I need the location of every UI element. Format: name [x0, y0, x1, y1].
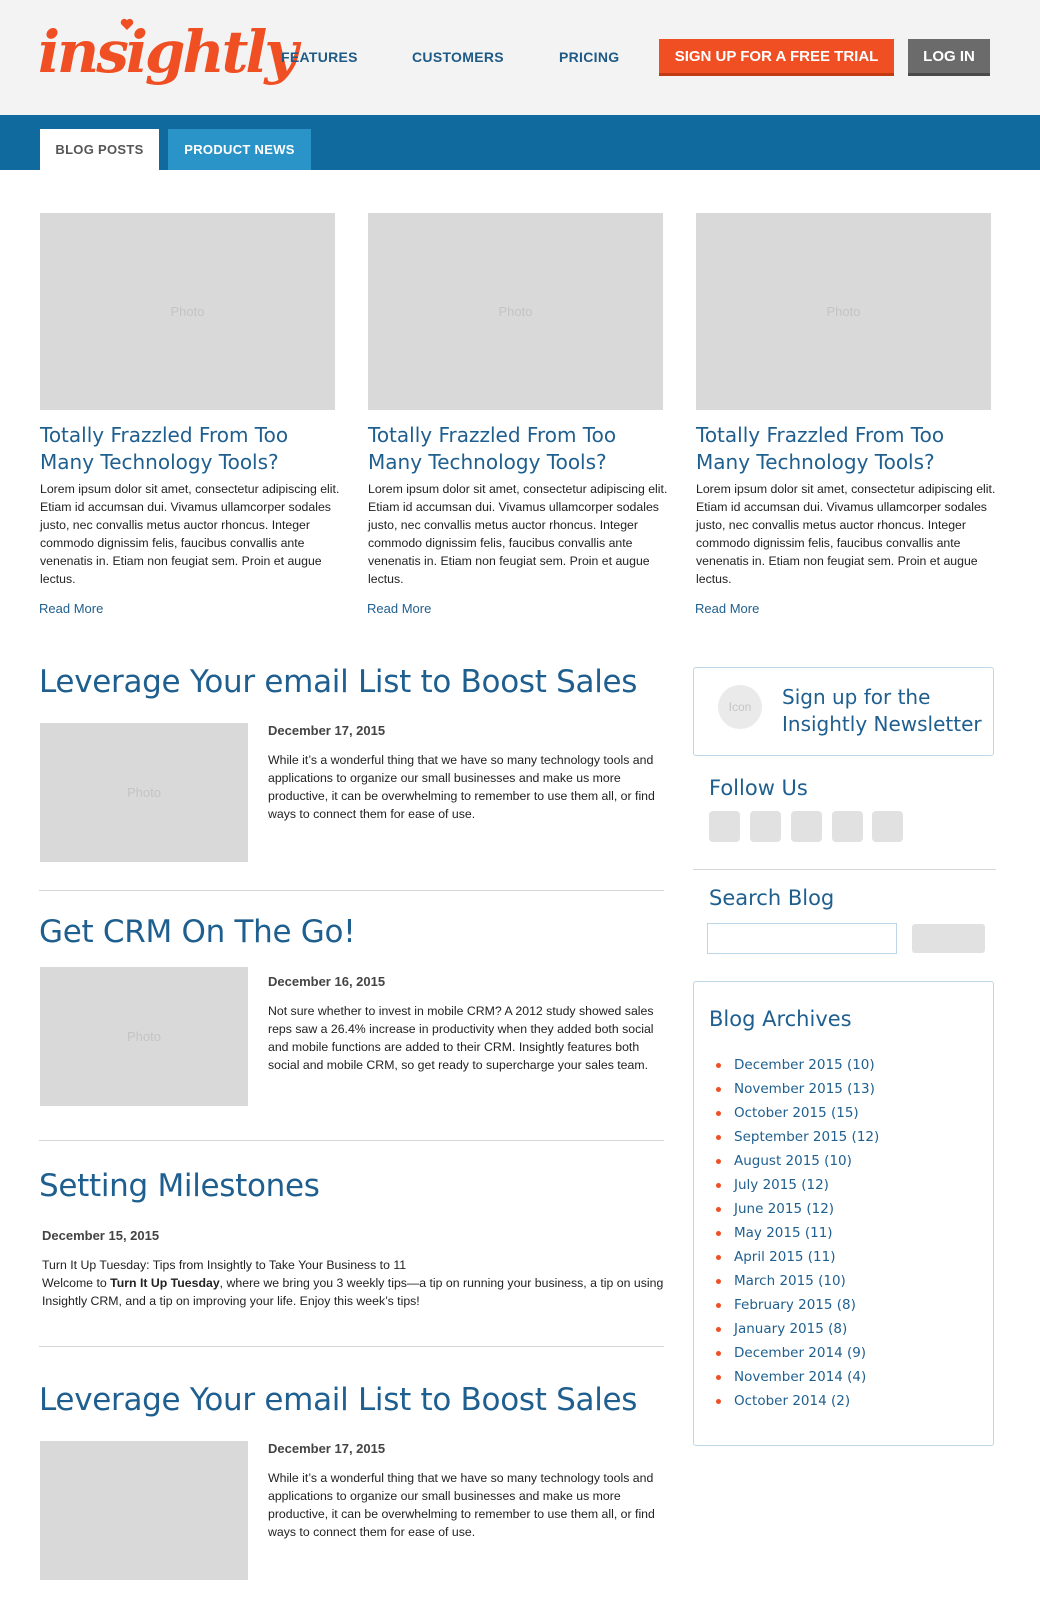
card-photo[interactable]: Photo — [40, 213, 335, 410]
card-excerpt: Lorem ipsum dolor sit amet, consectetur … — [40, 482, 340, 586]
social-icon[interactable] — [872, 811, 903, 842]
sidebar-divider — [693, 869, 996, 870]
archive-link[interactable]: July 2015 (12) — [714, 1173, 879, 1197]
archive-link[interactable]: March 2015 (10) — [714, 1269, 879, 1293]
nav-pricing-link[interactable]: PRICING — [559, 49, 619, 65]
search-blog-heading: Search Blog — [709, 886, 835, 910]
archive-link[interactable]: October 2014 (2) — [714, 1389, 879, 1413]
social-icon[interactable] — [791, 811, 822, 842]
post-divider — [39, 1140, 664, 1141]
tab-product-news[interactable]: PRODUCT NEWS — [168, 129, 311, 170]
post-title[interactable]: Leverage Your email List to Boost Sales — [39, 1382, 637, 1418]
archive-link[interactable]: April 2015 (11) — [714, 1245, 879, 1269]
post-photo[interactable]: Photo — [40, 723, 248, 862]
archive-link[interactable]: November 2014 (4) — [714, 1365, 879, 1389]
site-header: insightly FEATURES CUSTOMERS PRICING SIG… — [0, 0, 1040, 115]
post-excerpt-bold: Turn It Up Tuesday — [110, 1276, 220, 1290]
post-date: December 16, 2015 — [268, 974, 386, 989]
free-trial-button[interactable]: SIGN UP FOR A FREE TRIAL — [659, 39, 894, 76]
nav-features-link[interactable]: FEATURES — [281, 49, 358, 65]
read-more-link[interactable]: Read More — [39, 601, 103, 616]
logo-wordmark: insightly — [38, 18, 298, 86]
post-excerpt: Not sure whether to invest in mobile CRM… — [268, 1004, 654, 1072]
post-excerpt: While it’s a wonderful thing that we hav… — [268, 1471, 655, 1539]
newsletter-icon: Icon — [718, 685, 762, 729]
card-excerpt: Lorem ipsum dolor sit amet, consectetur … — [696, 482, 996, 586]
card-photo[interactable]: Photo — [368, 213, 663, 410]
insightly-logo[interactable]: insightly — [38, 12, 298, 92]
post-excerpt: Turn It Up Tuesday: Tips from Insightly … — [42, 1256, 667, 1310]
heart-icon — [120, 18, 134, 30]
archive-link[interactable]: May 2015 (11) — [714, 1221, 879, 1245]
post-date: December 17, 2015 — [268, 723, 386, 738]
post-date: December 15, 2015 — [42, 1228, 160, 1243]
archive-link[interactable]: November 2015 (13) — [714, 1077, 879, 1101]
blog-tab-bar: BLOG POSTS PRODUCT NEWS — [0, 115, 1040, 170]
archive-link[interactable]: August 2015 (10) — [714, 1149, 879, 1173]
nav-customers-link[interactable]: CUSTOMERS — [412, 49, 504, 65]
post-excerpt-text: Welcome to — [42, 1276, 111, 1290]
card-title[interactable]: Totally Frazzled From Too Many Technolog… — [40, 422, 335, 476]
archive-link[interactable]: September 2015 (12) — [714, 1125, 879, 1149]
card-excerpt: Lorem ipsum dolor sit amet, consectetur … — [368, 482, 668, 586]
archive-link[interactable]: October 2015 (15) — [714, 1101, 879, 1125]
newsletter-signup-text[interactable]: Sign up for the Insightly Newsletter — [782, 684, 982, 738]
login-button[interactable]: LOG IN — [908, 39, 990, 76]
archive-link[interactable]: January 2015 (8) — [714, 1317, 879, 1341]
follow-us-heading: Follow Us — [709, 776, 808, 800]
search-button[interactable] — [912, 924, 985, 953]
post-photo[interactable] — [40, 1441, 248, 1580]
post-excerpt: While it’s a wonderful thing that we hav… — [268, 753, 655, 821]
post-photo[interactable]: Photo — [40, 967, 248, 1106]
post-divider — [39, 1346, 664, 1347]
social-icon[interactable] — [832, 811, 863, 842]
blog-archives-box: Blog Archives December 2015 (10) Novembe… — [693, 981, 994, 1446]
archive-link[interactable]: February 2015 (8) — [714, 1293, 879, 1317]
archives-list: December 2015 (10) November 2015 (13) Oc… — [714, 1053, 879, 1413]
search-blog-input[interactable] — [707, 923, 897, 954]
post-title[interactable]: Setting Milestones — [39, 1168, 320, 1204]
blog-archives-heading: Blog Archives — [709, 1007, 852, 1031]
newsletter-signup-box[interactable]: Icon Sign up for the Insightly Newslette… — [693, 667, 994, 756]
archive-link[interactable]: December 2014 (9) — [714, 1341, 879, 1365]
post-divider — [39, 890, 664, 891]
card-title[interactable]: Totally Frazzled From Too Many Technolog… — [368, 422, 663, 476]
card-title[interactable]: Totally Frazzled From Too Many Technolog… — [696, 422, 991, 476]
social-icon[interactable] — [709, 811, 740, 842]
tab-blog-posts[interactable]: BLOG POSTS — [40, 129, 159, 170]
read-more-link[interactable]: Read More — [367, 601, 431, 616]
card-photo[interactable]: Photo — [696, 213, 991, 410]
read-more-link[interactable]: Read More — [695, 601, 759, 616]
social-icon[interactable] — [750, 811, 781, 842]
archive-link[interactable]: June 2015 (12) — [714, 1197, 879, 1221]
archive-link[interactable]: December 2015 (10) — [714, 1053, 879, 1077]
post-title[interactable]: Get CRM On The Go! — [39, 914, 356, 950]
post-date: December 17, 2015 — [268, 1441, 386, 1456]
post-title[interactable]: Leverage Your email List to Boost Sales — [39, 664, 637, 700]
post-excerpt-line: Turn It Up Tuesday: Tips from Insightly … — [42, 1258, 407, 1272]
